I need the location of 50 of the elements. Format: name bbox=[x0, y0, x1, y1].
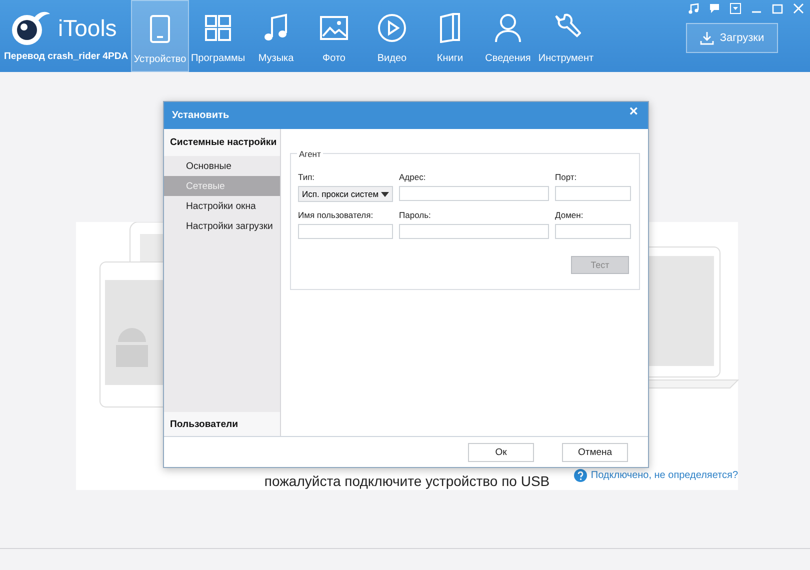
input-field[interactable] bbox=[555, 224, 631, 239]
field-label: Адрес: bbox=[399, 171, 427, 182]
dialog-button[interactable]: Ок bbox=[468, 442, 534, 462]
dialog-title: Установить bbox=[172, 110, 230, 121]
dialog-button[interactable]: Отмена bbox=[562, 442, 628, 462]
field-label: Порт: bbox=[555, 171, 578, 182]
field-label: Домен: bbox=[555, 209, 584, 220]
sidebar-item[interactable]: Сетевые bbox=[164, 176, 280, 196]
input-field[interactable] bbox=[399, 186, 549, 201]
music-note-icon bbox=[262, 13, 290, 43]
nav-tab[interactable]: Устройство bbox=[131, 0, 189, 72]
sidebar-item[interactable]: Настройки окна bbox=[164, 196, 280, 216]
app-logo-text: iTools bbox=[58, 14, 117, 42]
proxy-type-dropdown[interactable]: Исп. прокси систем bbox=[298, 186, 393, 202]
nav-tab[interactable]: Сведения bbox=[479, 0, 537, 72]
nav-tab[interactable]: Книги bbox=[421, 0, 479, 72]
nav-tab[interactable]: Программы bbox=[189, 0, 247, 72]
password-field[interactable] bbox=[399, 224, 549, 239]
users-item[interactable]: Пользователи bbox=[164, 412, 280, 436]
downloads-button[interactable]: Загрузки bbox=[686, 23, 778, 53]
field-label: Имя пользователя: bbox=[298, 209, 374, 220]
book-icon bbox=[437, 13, 463, 43]
field-label: Пароль: bbox=[399, 209, 432, 220]
close-icon[interactable] bbox=[793, 3, 804, 14]
sidebar-item[interactable]: Настройки загрузки bbox=[164, 216, 280, 236]
connect-message: пожалуйста подключите устройство по USB bbox=[264, 473, 550, 489]
nav-tab[interactable]: Видео bbox=[363, 0, 421, 72]
chat-icon[interactable] bbox=[709, 3, 720, 14]
download-icon bbox=[700, 31, 714, 45]
translator-credit: Перевод crash_rider 4PDA bbox=[4, 51, 130, 62]
nav-tab[interactable]: Фото bbox=[305, 0, 363, 72]
nav-tab[interactable]: Музыка bbox=[247, 0, 305, 72]
grid-icon bbox=[204, 14, 232, 42]
maximize-icon[interactable] bbox=[772, 3, 783, 14]
image-icon bbox=[319, 15, 349, 41]
nav-tab[interactable]: Инструмент bbox=[537, 0, 595, 72]
sidebar-heading: Системные настройки bbox=[164, 129, 280, 156]
input-field[interactable] bbox=[298, 224, 393, 239]
tablet-icon bbox=[147, 14, 173, 44]
group-title: Агент bbox=[297, 149, 323, 159]
input-field[interactable] bbox=[555, 186, 631, 201]
play-icon bbox=[377, 13, 407, 43]
person-icon bbox=[494, 13, 522, 43]
caret-icon bbox=[381, 192, 389, 196]
field-label: Тип: bbox=[298, 171, 316, 182]
sidebar-item[interactable]: Основные bbox=[164, 156, 280, 176]
music-note-icon[interactable] bbox=[688, 3, 699, 14]
help-link[interactable]: Подключено, не определяется? bbox=[590, 470, 738, 481]
dropdown-icon[interactable] bbox=[730, 3, 741, 14]
close-button[interactable]: × bbox=[627, 104, 640, 119]
